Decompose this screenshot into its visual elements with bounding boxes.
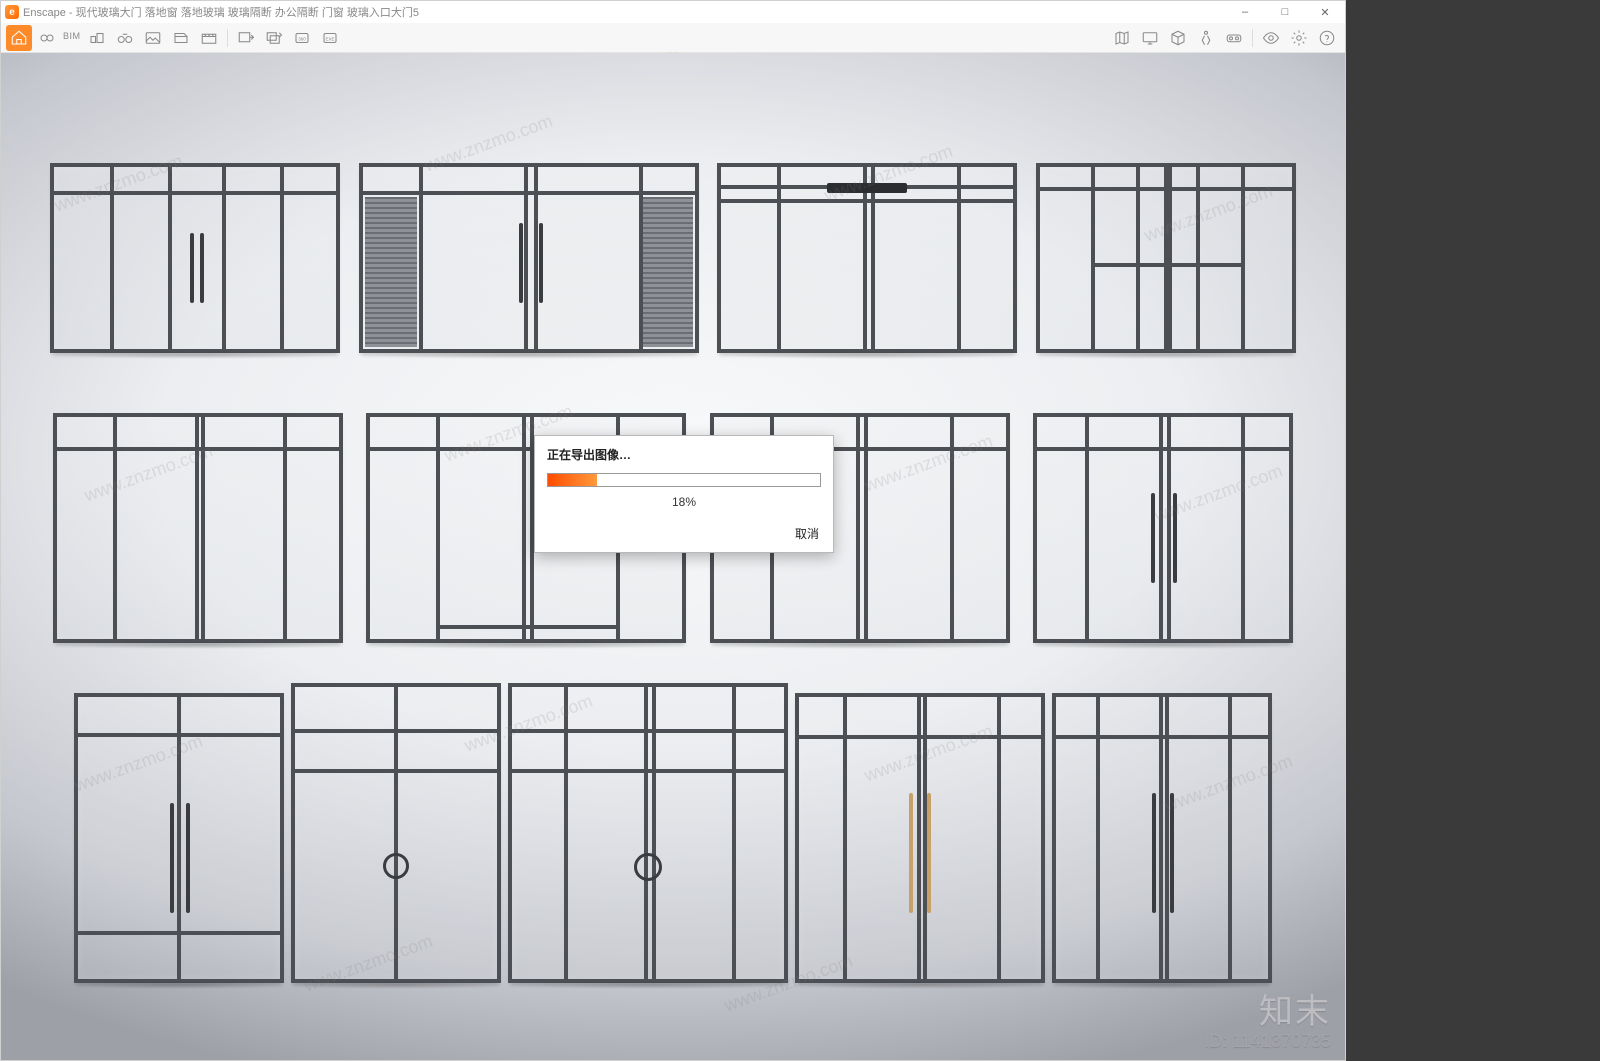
door-ring-handle: [383, 853, 409, 879]
cancel-button[interactable]: 取消: [795, 527, 819, 541]
orbit-icon: [172, 29, 190, 47]
panorama-button[interactable]: 360: [289, 25, 315, 51]
glass-door-model: [1036, 163, 1296, 353]
help-button[interactable]: [1314, 25, 1340, 51]
toolbar-separator: [1252, 29, 1253, 47]
glass-door-model: [1033, 413, 1293, 643]
vr-button[interactable]: [1221, 25, 1247, 51]
display-button[interactable]: [1137, 25, 1163, 51]
glass-door-model: [50, 163, 340, 353]
vr-icon: [1225, 29, 1243, 47]
glass-door-model: [74, 693, 284, 983]
settings-button[interactable]: [1286, 25, 1312, 51]
auto-door-sensor: [827, 183, 907, 193]
walk-mode-icon: [1197, 29, 1215, 47]
app-window: e Enscape - 现代玻璃大门 落地窗 落地玻璃 玻璃隔断 办公隔断 门窗…: [0, 0, 1346, 1061]
watermark-brand: 知末: [1204, 984, 1331, 1033]
video-icon: [200, 29, 218, 47]
progress-percent-label: 18%: [535, 489, 833, 519]
glass-door-model: [795, 693, 1045, 983]
window-title: Enscape - 现代玻璃大门 落地窗 落地玻璃 玻璃隔断 办公隔断 门窗 玻…: [23, 4, 419, 20]
titlebar: e Enscape - 现代玻璃大门 落地窗 落地玻璃 玻璃隔断 办公隔断 门窗…: [1, 1, 1345, 23]
glass-door-model: [53, 413, 343, 643]
minimap-icon: [1113, 29, 1131, 47]
minimap-button[interactable]: [1109, 25, 1135, 51]
display-icon: [1141, 29, 1159, 47]
walk-mode-button[interactable]: [1193, 25, 1219, 51]
eye-icon: [1262, 29, 1280, 47]
visual-settings-button[interactable]: [1258, 25, 1284, 51]
app-logo-icon: e: [5, 5, 19, 19]
binoculars-icon: [116, 29, 134, 47]
panorama-icon: 360: [293, 29, 311, 47]
glass-door-model: [717, 163, 1017, 353]
settings-icon: [1290, 29, 1308, 47]
scene: www.znzmo.com www.znzmo.com www.znzmo.co…: [1, 53, 1345, 1060]
home-button[interactable]: [6, 25, 32, 51]
export-progress-dialog: 正在导出图像… 18% 取消: [534, 435, 834, 553]
svg-text:EXE: EXE: [325, 36, 334, 41]
help-icon: [1318, 29, 1336, 47]
asset-library-button[interactable]: [1165, 25, 1191, 51]
asset-library-icon: [1169, 29, 1187, 47]
image-icon: [144, 29, 162, 47]
exe-export-icon: EXE: [321, 29, 339, 47]
bim-toggle-icon: [88, 29, 106, 47]
bim-toggle-button[interactable]: [84, 25, 110, 51]
home-icon: [10, 29, 28, 47]
orbit-button[interactable]: [168, 25, 194, 51]
export-batch-icon: [265, 29, 283, 47]
svg-text:360: 360: [298, 36, 306, 41]
video-button[interactable]: [196, 25, 222, 51]
watermark-id: ID: 1141370735: [1204, 1031, 1331, 1052]
door-ring-handle: [634, 853, 662, 881]
glass-door-model: [1052, 693, 1272, 983]
export-batch-button[interactable]: [261, 25, 287, 51]
image-button[interactable]: [140, 25, 166, 51]
toolbar-separator: [227, 29, 228, 47]
render-viewport[interactable]: www.znzmo.com www.znzmo.com www.znzmo.co…: [1, 53, 1345, 1060]
link-sync-button[interactable]: [34, 25, 60, 51]
progress-bar: [547, 473, 821, 487]
binoculars-button[interactable]: [112, 25, 138, 51]
glass-door-model: [291, 683, 501, 983]
exe-export-button[interactable]: EXE: [317, 25, 343, 51]
export-image-icon: [237, 29, 255, 47]
watermark-corner: 知末 ID: 1141370735: [1204, 984, 1331, 1052]
window-maximize-button[interactable]: □: [1265, 1, 1305, 23]
toolbar: BIM 360 EXE: [1, 23, 1345, 53]
link-icon: [38, 29, 56, 47]
progress-bar-fill: [548, 474, 597, 486]
export-image-button[interactable]: [233, 25, 259, 51]
glass-door-model: [508, 683, 788, 983]
glass-door-model: [359, 163, 699, 353]
window-close-button[interactable]: ✕: [1305, 1, 1345, 23]
window-minimize-button[interactable]: –: [1225, 1, 1265, 23]
bim-label: BIM: [63, 31, 81, 41]
dialog-message: 正在导出图像…: [535, 436, 833, 469]
